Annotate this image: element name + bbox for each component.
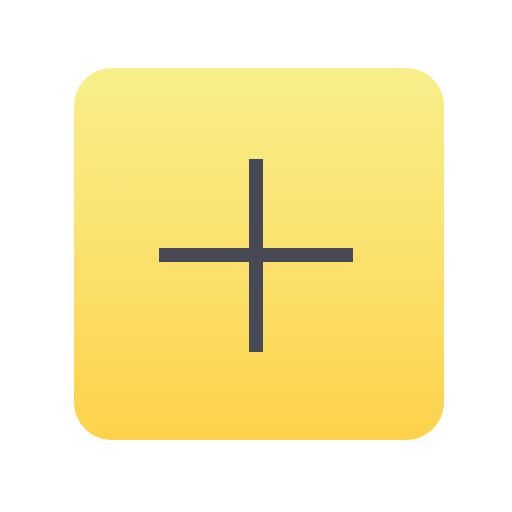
add-tile-button[interactable]	[74, 68, 444, 440]
app-icon-canvas	[0, 0, 512, 512]
